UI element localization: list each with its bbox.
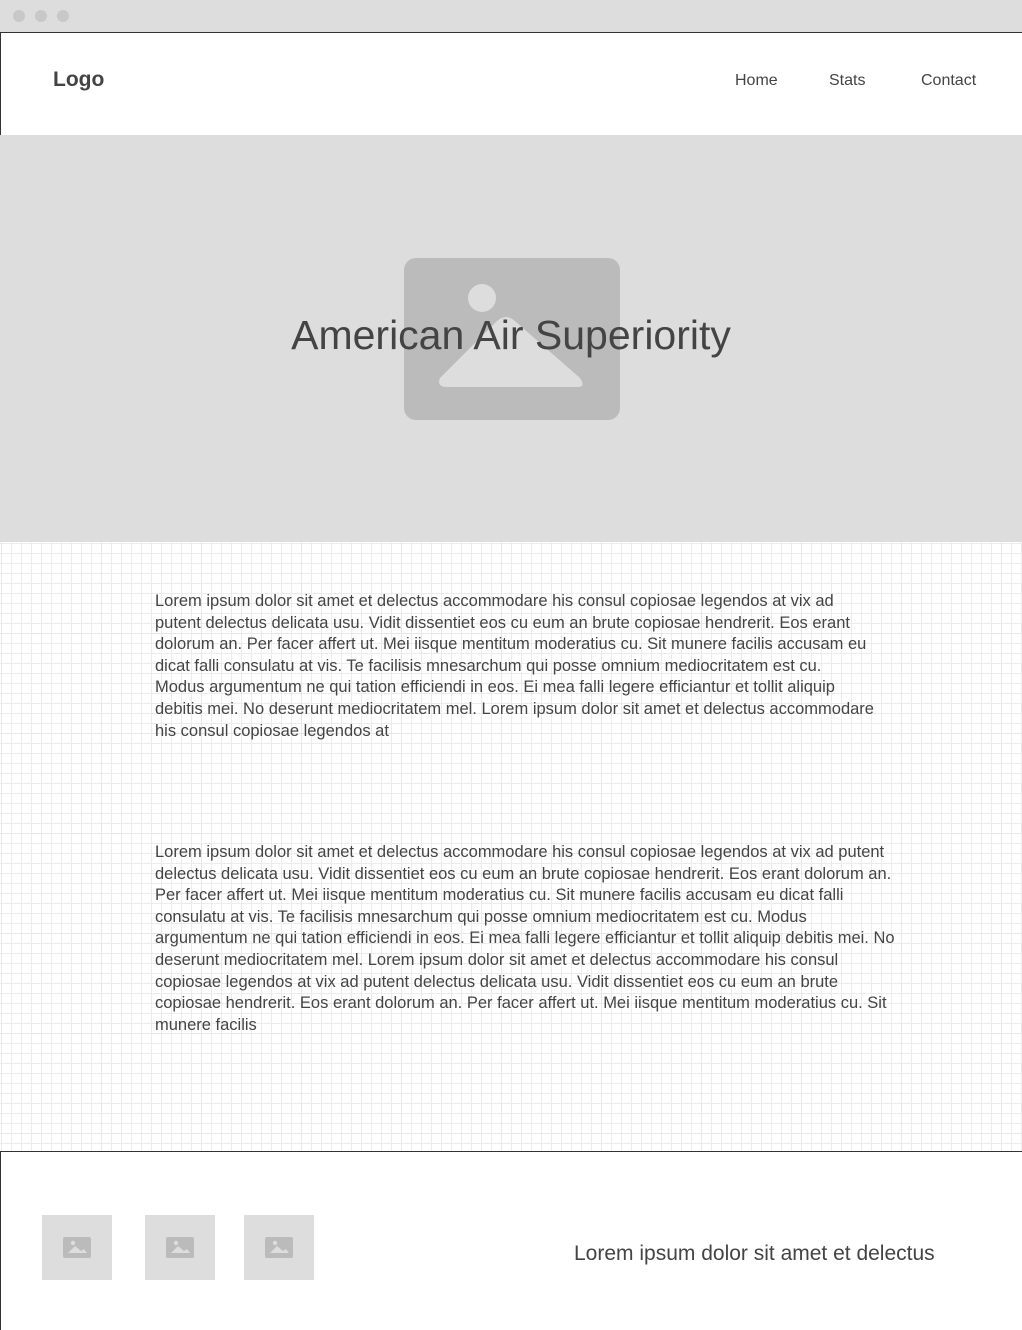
site-footer: Lorem ipsum dolor sit amet et delectus — [0, 1151, 1022, 1330]
browser-titlebar — [0, 0, 1022, 33]
hero-banner: American Air Superiority — [0, 135, 1022, 542]
thumbnail-image-icon[interactable] — [244, 1215, 314, 1280]
logo[interactable]: Logo — [53, 68, 104, 92]
hero-title: American Air Superiority — [291, 312, 731, 358]
thumbnail-image-icon[interactable] — [42, 1215, 112, 1280]
site-header: Logo Home Stats Contact — [0, 33, 1022, 135]
nav-home-link[interactable]: Home — [735, 72, 778, 90]
paragraph: Lorem ipsum dolor sit amet et delectus a… — [155, 843, 895, 1034]
thumbnail-image-icon[interactable] — [145, 1215, 215, 1280]
window-maximize-dot[interactable] — [57, 10, 69, 22]
nav-contact-link[interactable]: Contact — [921, 72, 976, 90]
content-area: Lorem ipsum dolor sit amet et delectus a… — [0, 542, 1022, 1151]
nav-stats-link[interactable]: Stats — [829, 72, 865, 90]
footer-text: Lorem ipsum dolor sit amet et delectus — [574, 1242, 935, 1265]
window-minimize-dot[interactable] — [35, 10, 47, 22]
paragraph: Lorem ipsum dolor sit amet et delectus a… — [155, 592, 874, 740]
window-close-dot[interactable] — [13, 10, 25, 22]
